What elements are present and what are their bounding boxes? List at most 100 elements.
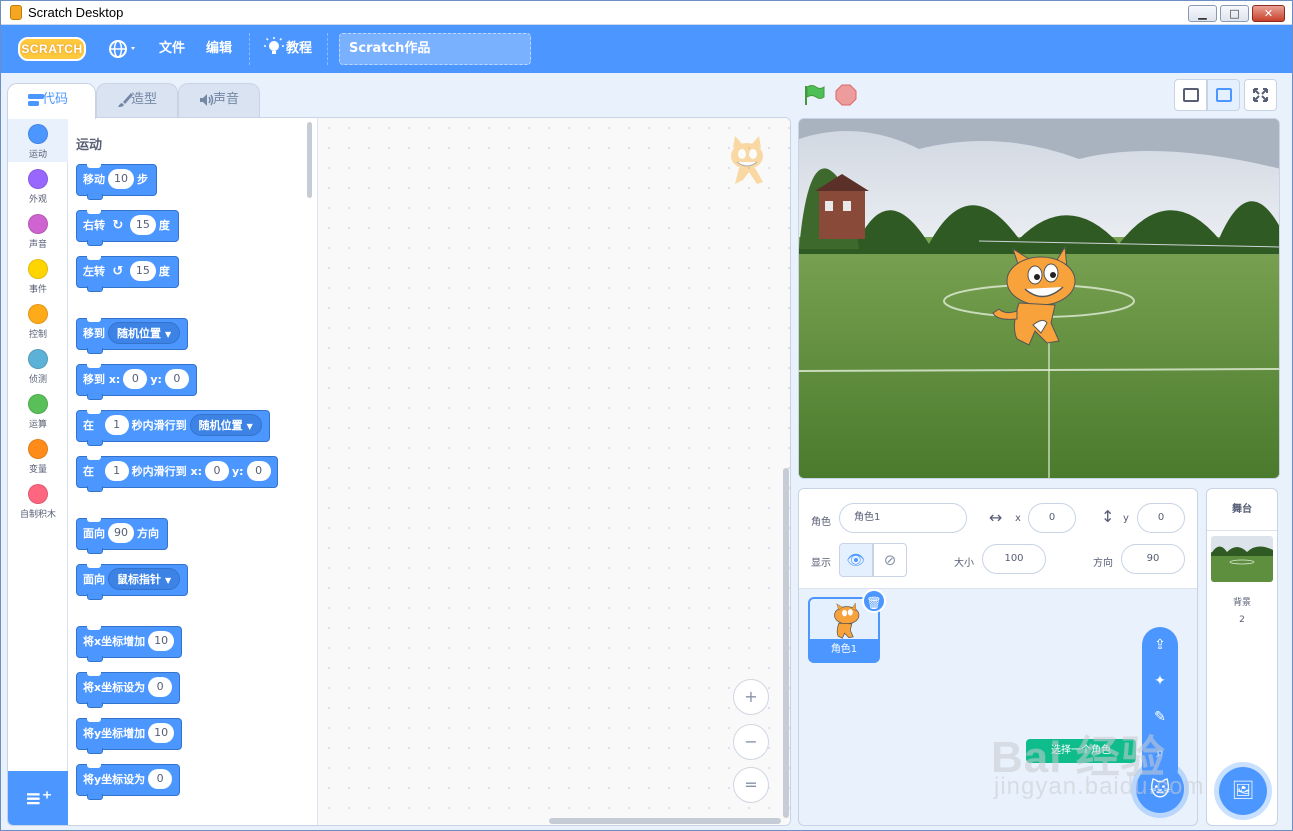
block-input[interactable]: 10 [108,169,134,189]
block-input[interactable]: 15 [129,261,156,281]
green-flag-icon[interactable] [803,84,825,106]
block-text: 面向 [83,527,105,540]
show-sprite-button[interactable]: 👁 [839,543,873,577]
block-point-towards[interactable]: 面向 鼠标指针 ▼ [76,564,188,600]
block-input[interactable]: 0 [164,369,189,389]
block-glide-to[interactable]: 在 1 秒内滑行到 随机位置 ▼ [76,410,270,446]
block-input[interactable]: 15 [129,215,156,235]
palette-heading: 运动 [76,138,103,153]
block-text: y: [150,373,162,386]
category-control[interactable]: 控制 [8,298,68,342]
zoom-reset-button[interactable]: = [733,767,769,803]
block-text: 将y坐标设为 [83,773,146,786]
script-workspace[interactable]: + − = [319,118,790,825]
category-my-blocks[interactable]: 自制积木 [8,478,68,522]
y-label: y [1123,513,1129,524]
block-turn-left[interactable]: 左转 ↺ 15 度 [76,256,179,292]
scratch-logo[interactable]: SCRATCH [18,37,86,61]
add-backdrop-button[interactable]: 🖼 [1219,767,1267,815]
x-input[interactable]: 0 [1028,503,1076,533]
search-sprite-icon[interactable]: ⌕ [1142,741,1178,765]
menu-bar: SCRATCH 文件 编辑 教程 Scratch作品 [1,25,1292,73]
block-input[interactable]: 10 [148,723,175,743]
category-variables[interactable]: 变量 [8,433,68,477]
category-sound[interactable]: 声音 [8,208,68,252]
language-menu[interactable] [108,25,142,73]
stage[interactable] [798,118,1280,479]
block-go-to-xy[interactable]: 移到 x: 0 y: 0 [76,364,197,400]
block-input[interactable]: 1 [104,461,129,481]
tab-code[interactable]: 代码 [7,83,96,119]
category-looks[interactable]: 外观 [8,163,68,207]
block-dropdown[interactable]: 随机位置 ▼ [189,414,262,436]
block-dropdown[interactable]: 随机位置 ▼ [108,322,181,344]
block-input[interactable]: 0 [246,461,271,481]
block-text: 在 [83,465,94,478]
block-text: 将x坐标增加 [83,635,146,648]
category-sensing[interactable]: 侦测 [8,343,68,387]
backdrop-thumbnail [1211,536,1273,582]
paint-sprite-icon[interactable]: ✎ [1142,705,1178,729]
block-dropdown[interactable]: 鼠标指针 ▼ [108,568,181,590]
sprite-thumbnail[interactable]: 角色1 🗑 [808,589,886,663]
upload-sprite-icon[interactable]: ⇪ [1142,633,1178,657]
workspace-horizontal-scrollbar[interactable] [549,818,781,824]
block-set-x[interactable]: 将x坐标设为 0 [76,672,180,708]
dropdown-value: 鼠标指针 [117,573,161,586]
fullscreen-button[interactable] [1244,79,1277,111]
block-input[interactable]: 0 [123,369,148,389]
category-events[interactable]: 事件 [8,253,68,297]
block-change-y[interactable]: 将y坐标增加 10 [76,718,183,754]
category-dot [28,484,48,504]
workspace-vertical-scrollbar[interactable] [783,468,789,818]
delete-sprite-button[interactable]: 🗑 [862,589,886,613]
maximize-button[interactable]: □ [1220,5,1249,22]
tab-sounds[interactable]: 声音 [178,83,260,117]
block-change-x[interactable]: 将x坐标增加 10 [76,626,182,662]
block-input[interactable]: 0 [148,769,173,789]
add-sprite-button[interactable]: 🐱 [1136,765,1184,813]
category-operators[interactable]: 运算 [8,388,68,432]
project-title-input[interactable]: Scratch作品 [339,33,531,65]
block-input[interactable]: 0 [205,461,229,481]
palette-scrollbar[interactable] [307,122,312,198]
edit-menu[interactable]: 编辑 [206,25,232,73]
surprise-sprite-icon[interactable]: ✦ [1142,669,1178,693]
block-glide-to-xy[interactable]: 在 1 秒内滑行到 x: 0 y: 0 [76,456,279,492]
tab-costumes[interactable]: 造型 [96,83,178,117]
minimize-button[interactable]: ▁ [1188,5,1217,22]
small-stage-button[interactable] [1174,79,1207,111]
y-input[interactable]: 0 [1137,503,1185,533]
block-move-steps[interactable]: 移动 10 步 [76,164,157,200]
block-input[interactable]: 1 [104,415,129,435]
tab-costumes-label: 造型 [131,92,158,107]
small-stage-icon [1183,88,1199,102]
close-icon: ✕ [1263,7,1274,20]
zoom-reset-icon: = [744,775,758,794]
normal-stage-button[interactable] [1207,79,1240,111]
direction-input[interactable]: 90 [1121,544,1185,574]
caret-down-icon: ▼ [165,330,172,339]
file-menu[interactable]: 文件 [159,25,185,73]
tutorials-menu[interactable]: 教程 [264,25,312,73]
close-window-button[interactable]: ✕ [1252,5,1285,22]
hide-sprite-button[interactable]: ⊘ [873,543,907,577]
block-input[interactable]: 10 [148,631,175,651]
sprite-name-input[interactable]: 角色1 [839,503,967,533]
block-point-in-direction[interactable]: 面向 90 方向 [76,518,168,554]
add-extension-button[interactable]: ≡⁺ [8,771,68,825]
block-set-y[interactable]: 将y坐标设为 0 [76,764,181,800]
tab-sounds-label: 声音 [213,92,240,107]
category-dot [28,169,48,189]
block-text: 在 [83,419,94,432]
block-input[interactable]: 0 [148,677,173,697]
dropdown-value: 随机位置 [198,419,243,432]
stop-icon[interactable] [835,84,857,106]
zoom-in-button[interactable]: + [733,679,769,715]
block-turn-right[interactable]: 右转 ↻ 15 度 [76,210,179,246]
zoom-out-button[interactable]: − [733,724,769,760]
category-motion[interactable]: 运动 [8,118,68,162]
size-input[interactable]: 100 [982,544,1046,574]
block-input[interactable]: 90 [108,523,134,543]
block-go-to[interactable]: 移到 随机位置 ▼ [76,318,188,354]
